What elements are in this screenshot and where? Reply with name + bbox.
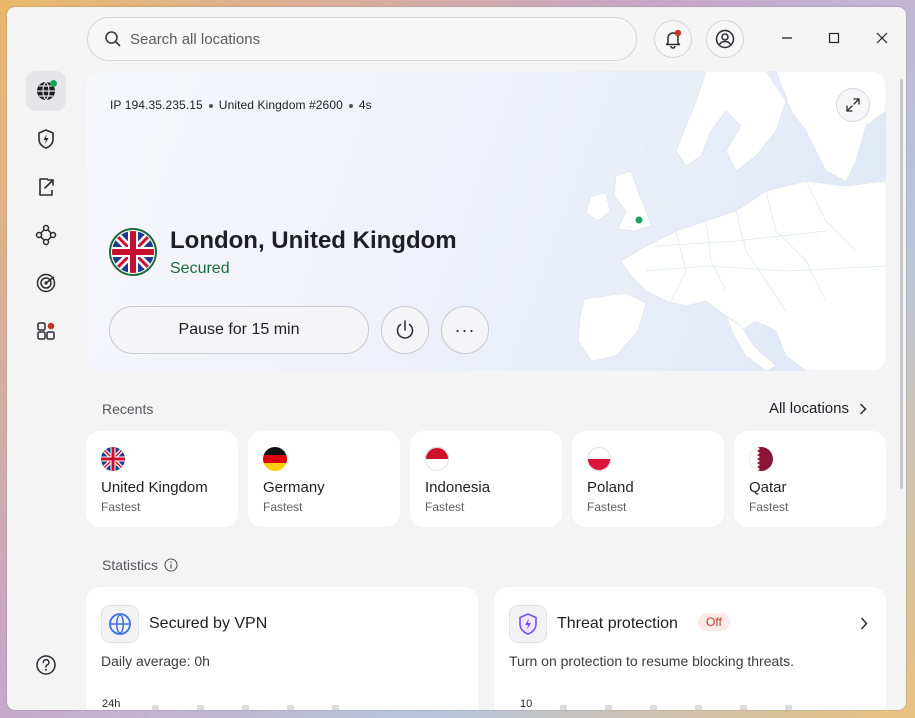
connection-map-card: IP 194.35.235.15 United Kingdom #2600 4s L…: [86, 71, 886, 371]
indonesia-flag-icon: [425, 447, 449, 471]
statistics-label: Statistics: [102, 557, 159, 573]
connection-duration: 4s: [358, 98, 372, 112]
account-button[interactable]: [706, 20, 744, 58]
more-options-button[interactable]: ···: [441, 306, 489, 354]
close-button[interactable]: [873, 29, 891, 47]
recent-country: Germany: [263, 479, 325, 496]
help-icon: [36, 655, 56, 675]
recent-location-card[interactable]: Indonesia Fastest: [410, 431, 562, 527]
connection-info: IP 194.35.235.15 United Kingdom #2600 4s: [110, 98, 372, 112]
statistics-header: Statistics: [102, 557, 178, 573]
search-input[interactable]: [128, 29, 612, 49]
germany-flag-icon: [263, 447, 287, 471]
uk-flag-icon: [109, 228, 157, 276]
sidebar-item-dark-web-monitor[interactable]: [26, 263, 66, 303]
minimize-icon: [782, 37, 792, 39]
chart-axis-max: 24h: [102, 698, 121, 710]
user-icon: [715, 29, 735, 49]
sidebar-item-split-tunneling[interactable]: [26, 167, 66, 207]
chart-gridline: [560, 705, 792, 710]
expand-icon: [846, 98, 860, 112]
ip-address: IP 194.35.235.15: [110, 98, 203, 112]
sidebar-item-vpn[interactable]: [26, 71, 66, 111]
vpn-stats-card[interactable]: Secured by VPN Daily average: 0h 24h: [86, 587, 478, 710]
notifications-button[interactable]: [654, 20, 692, 58]
vpn-stat-icon-box: [101, 605, 139, 643]
close-icon: [876, 32, 888, 44]
recent-country: Indonesia: [425, 479, 491, 496]
shield-bolt-icon: [519, 613, 537, 635]
recent-sub: Fastest: [587, 500, 627, 514]
daily-average: Daily average: 0h: [101, 653, 210, 669]
recent-country: Poland: [587, 479, 634, 496]
apps-grid-icon: [37, 322, 55, 340]
all-locations-link[interactable]: All locations: [769, 400, 867, 417]
server-name: United Kingdom #2600: [218, 98, 343, 112]
recent-location-card[interactable]: United Kingdom Fastest: [86, 431, 238, 527]
maximize-button[interactable]: [825, 29, 843, 47]
connection-status: Secured: [170, 260, 230, 277]
poland-flag-icon: [587, 447, 611, 471]
sidebar-item-meshnet[interactable]: [26, 215, 66, 255]
search-bar[interactable]: [87, 17, 637, 61]
threat-protection-card[interactable]: Threat protection Off Turn on protection…: [494, 587, 886, 710]
expand-map-button[interactable]: [836, 88, 870, 122]
recent-location-card[interactable]: Qatar Fastest: [734, 431, 886, 527]
location-title: London, United Kingdom: [170, 227, 457, 254]
connected-dot: [50, 80, 57, 87]
vpn-stat-title: Secured by VPN: [149, 615, 268, 632]
scrollbar[interactable]: [900, 79, 903, 489]
chart-gridline: [152, 705, 339, 710]
app-window: IP 194.35.235.15 United Kingdom #2600 4s L…: [7, 7, 906, 710]
globe-icon: [109, 613, 131, 635]
radar-icon: [36, 273, 56, 293]
chart-axis-max: 10: [520, 698, 533, 710]
mesh-network-icon: [35, 224, 57, 246]
qatar-flag-icon: [749, 447, 773, 471]
minimize-button[interactable]: [778, 29, 796, 47]
uk-flag-icon: [101, 447, 125, 471]
recent-location-card[interactable]: Germany Fastest: [248, 431, 400, 527]
sidebar-item-threat-protection[interactable]: [26, 119, 66, 159]
recent-country: United Kingdom: [101, 479, 208, 496]
sidebar-item-help[interactable]: [26, 645, 66, 685]
status-badge: Off: [698, 613, 730, 631]
file-export-icon: [39, 178, 54, 196]
recents-label: Recents: [102, 401, 154, 417]
chevron-right-icon[interactable]: [860, 617, 868, 630]
recent-sub: Fastest: [425, 500, 465, 514]
recent-sub: Fastest: [749, 500, 789, 514]
recent-country: Qatar: [749, 479, 787, 496]
threat-stat-icon-box: [509, 605, 547, 643]
power-icon: [396, 320, 414, 339]
search-icon: [104, 30, 122, 48]
recent-sub: Fastest: [263, 500, 303, 514]
pause-button[interactable]: Pause for 15 min: [109, 306, 369, 354]
recent-sub: Fastest: [101, 500, 141, 514]
recent-location-card[interactable]: Poland Fastest: [572, 431, 724, 527]
sidebar-item-apps[interactable]: [26, 311, 66, 351]
all-locations-label: All locations: [768, 400, 849, 417]
location-pin: [635, 216, 643, 224]
bell-icon: [665, 29, 682, 49]
disconnect-button[interactable]: [381, 306, 429, 354]
maximize-icon: [828, 32, 840, 44]
shield-bolt-icon: [38, 129, 54, 149]
info-icon[interactable]: [164, 558, 178, 572]
threat-stat-title: Threat protection: [557, 615, 678, 632]
threat-message: Turn on protection to resume blocking th…: [509, 653, 795, 669]
chevron-right-icon: [859, 402, 867, 415]
